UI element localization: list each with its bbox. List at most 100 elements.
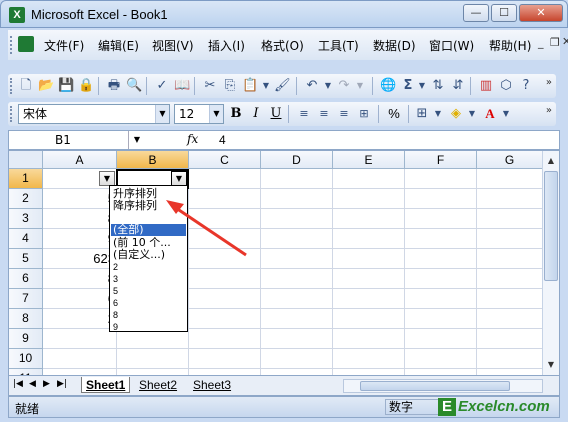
menu-edit[interactable]: 编辑(E) [98, 37, 139, 54]
filter-value-item[interactable]: 3 [113, 274, 118, 284]
menu-file[interactable]: 文件(F) [44, 37, 84, 54]
menu-insert[interactable]: 插入(I) [208, 37, 245, 54]
borders-dropdown-icon[interactable]: ▼ [430, 106, 446, 122]
chart-wizard-icon[interactable]: ▥ [478, 78, 494, 94]
prev-sheet-icon[interactable]: ◀ [29, 379, 36, 389]
print-preview-icon[interactable]: 🔍 [126, 78, 142, 94]
save-icon[interactable]: 💾 [58, 78, 74, 94]
autofilter-b-dropdown-icon[interactable]: ▼ [171, 171, 187, 186]
font-name-combo[interactable]: 宋体 ▼ [18, 104, 170, 124]
spelling-icon[interactable]: ✓ [154, 78, 170, 94]
minimize-button[interactable]: — [463, 4, 489, 22]
paste-icon[interactable]: 📋 [242, 78, 258, 94]
column-header-e[interactable]: E [333, 151, 405, 169]
filter-all-item[interactable]: (全部) [111, 224, 186, 236]
new-icon[interactable]: 🗋 [18, 78, 34, 94]
filter-value-item[interactable]: 2 [113, 262, 118, 272]
column-header-a[interactable]: A [43, 151, 117, 169]
column-header-b[interactable]: B [117, 151, 189, 169]
row-header-5[interactable]: 5 [9, 249, 43, 269]
drawing-icon[interactable]: ⬡ [498, 78, 514, 94]
research-icon[interactable]: 📖 [174, 78, 190, 94]
menu-view[interactable]: 视图(V) [152, 37, 194, 54]
row-header-4[interactable]: 4 [9, 229, 43, 249]
last-sheet-icon[interactable]: ▶| [57, 379, 67, 389]
tab-sheet1[interactable]: Sheet1 [81, 377, 131, 393]
row-header-6[interactable]: 6 [9, 269, 43, 289]
doc-close-icon[interactable]: ✕ [562, 35, 568, 48]
menu-data[interactable]: 数据(D) [373, 37, 416, 54]
undo-icon[interactable]: ↶ [304, 78, 320, 94]
copy-icon[interactable]: ⎘ [222, 78, 238, 94]
select-all-corner[interactable] [9, 151, 43, 169]
align-left-icon[interactable]: ≡ [296, 106, 312, 122]
autofilter-a-dropdown-icon[interactable]: ▼ [99, 171, 115, 186]
autosum-dropdown-icon[interactable]: ▼ [414, 78, 430, 94]
bold-button[interactable]: B [226, 105, 246, 123]
menu-tools[interactable]: 工具(T) [318, 37, 359, 54]
chevron-down-icon[interactable]: ▼ [130, 131, 144, 149]
cell-a3[interactable]: 8 [45, 209, 115, 229]
tab-sheet2[interactable]: Sheet2 [135, 377, 181, 393]
autofilter-dropdown-list[interactable]: 升序排列 降序排列 (全部) (前 10 个... (自定义...) 2 3 5… [109, 185, 188, 332]
menu-window[interactable]: 窗口(W) [429, 37, 474, 54]
maximize-button[interactable]: ☐ [491, 4, 517, 22]
name-box[interactable]: B1 [9, 131, 129, 149]
filter-value-item[interactable]: 5 [113, 286, 118, 296]
chevron-down-icon[interactable]: ▼ [155, 105, 169, 123]
open-icon[interactable]: 📂 [38, 78, 54, 94]
grip-handle[interactable] [10, 78, 14, 94]
row-header-8[interactable]: 8 [9, 309, 43, 329]
cut-icon[interactable]: ✂ [202, 78, 218, 94]
redo-icon[interactable]: ↷ [336, 78, 352, 94]
doc-minimize-icon[interactable]: _ [538, 36, 544, 49]
cell-a5[interactable]: 623 [45, 249, 115, 269]
paste-dropdown-icon[interactable]: ▼ [258, 78, 274, 94]
tab-sheet3[interactable]: Sheet3 [189, 377, 235, 393]
vertical-scrollbar[interactable]: ▲ ▼ [542, 151, 559, 375]
undo-dropdown-icon[interactable]: ▼ [320, 78, 336, 94]
row-header-9[interactable]: 9 [9, 329, 43, 349]
cell-a8[interactable]: 2 [45, 309, 115, 329]
chevron-down-icon[interactable]: ▼ [209, 105, 223, 123]
grip-handle[interactable] [10, 106, 14, 122]
first-sheet-icon[interactable]: |◀ [13, 379, 23, 389]
filter-value-item[interactable]: 6 [113, 298, 118, 308]
row-header-3[interactable]: 3 [9, 209, 43, 229]
filter-custom-item[interactable]: (自定义...) [113, 249, 165, 261]
underline-button[interactable]: U [266, 105, 286, 123]
font-color-dropdown-icon[interactable]: ▼ [498, 106, 514, 122]
align-center-icon[interactable]: ≡ [316, 106, 332, 122]
scroll-up-icon[interactable]: ▲ [544, 153, 558, 169]
align-right-icon[interactable]: ≡ [336, 106, 352, 122]
cell-a6[interactable]: 8 [45, 269, 115, 289]
fill-color-icon[interactable]: ◈ [448, 106, 464, 122]
hyperlink-icon[interactable]: 🌐 [380, 78, 396, 94]
font-color-icon[interactable]: A [482, 106, 498, 122]
merge-center-icon[interactable]: ⊞ [356, 106, 372, 122]
row-header-1[interactable]: 1 [9, 169, 43, 189]
next-sheet-icon[interactable]: ▶ [43, 379, 50, 389]
cell-a2[interactable]: 5 [45, 189, 115, 209]
sort-descending-item[interactable]: 降序排列 [113, 200, 157, 212]
print-icon[interactable]: 🖶 [106, 78, 122, 94]
column-header-d[interactable]: D [261, 151, 333, 169]
filter-value-item[interactable]: 9 [113, 322, 118, 331]
font-size-combo[interactable]: 12 ▼ [174, 104, 224, 124]
help-icon[interactable]: ? [518, 78, 534, 94]
row-header-7[interactable]: 7 [9, 289, 43, 309]
insert-function-icon[interactable]: fx [187, 132, 198, 146]
redo-dropdown-icon[interactable]: ▼ [352, 78, 368, 94]
doc-restore-icon[interactable]: ❐ [550, 36, 560, 49]
toolbar-options-icon[interactable]: » [546, 105, 552, 116]
column-header-g[interactable]: G [477, 151, 543, 169]
formula-input[interactable]: 4 [219, 131, 226, 149]
format-painter-icon[interactable]: 🖌 [274, 78, 291, 94]
column-header-f[interactable]: F [405, 151, 477, 169]
sort-descending-icon[interactable]: ⇵ [450, 78, 466, 94]
fill-dropdown-icon[interactable]: ▼ [464, 106, 480, 122]
grip-handle[interactable] [10, 36, 14, 54]
workbook-icon[interactable] [18, 36, 34, 52]
cell-a7[interactable]: 6 [45, 289, 115, 309]
scroll-down-icon[interactable]: ▼ [544, 357, 558, 373]
